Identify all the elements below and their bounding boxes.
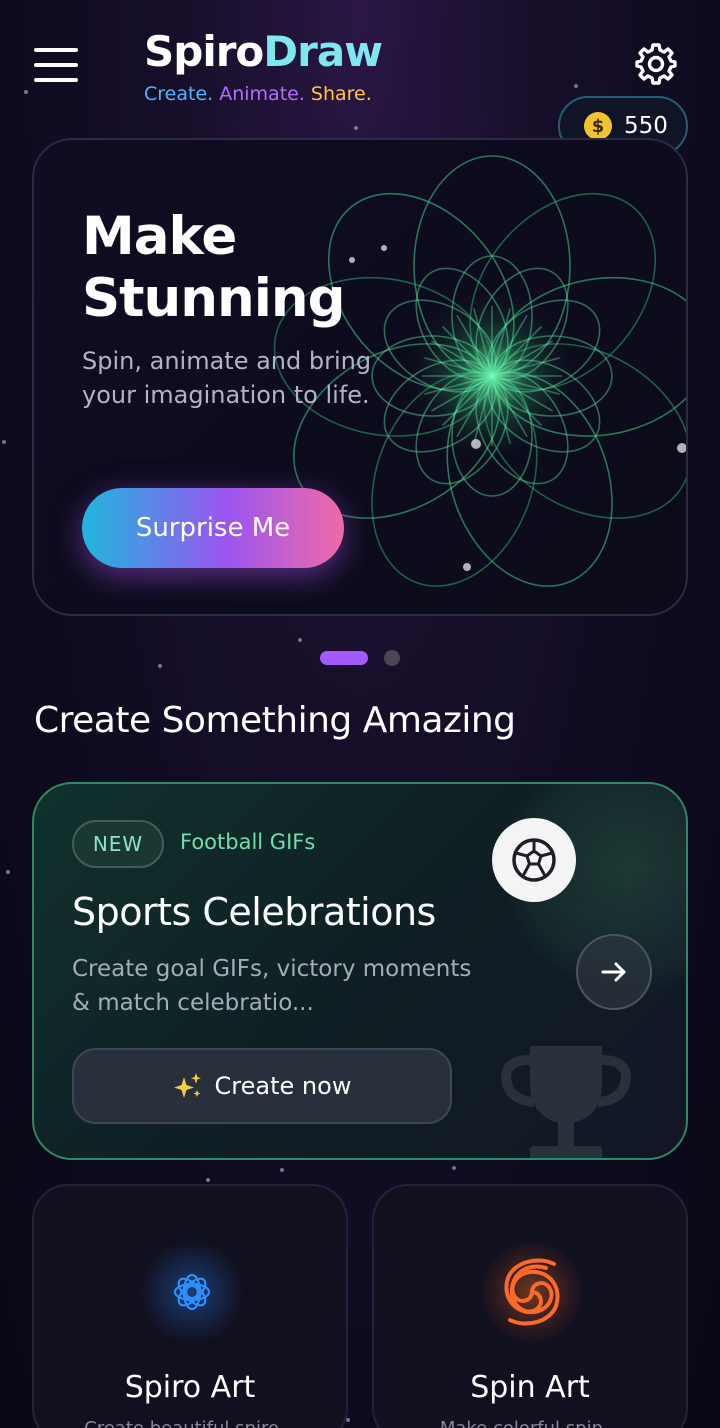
tagline-share: Share.	[310, 83, 372, 105]
create-now-label: Create now	[214, 1072, 352, 1100]
feature-tag: Football GIFs	[180, 830, 316, 854]
logo-text-spiro: Spiro	[144, 27, 264, 76]
spiro-art-card[interactable]: Spiro Art Create beautiful spiro...	[32, 1184, 348, 1428]
spin-art-card[interactable]: Spin Art Make colorful spin...	[372, 1184, 688, 1428]
spiro-flower-icon	[142, 1242, 242, 1342]
carousel-dot-active[interactable]	[320, 651, 368, 665]
tile-description: Create beautiful spiro...	[34, 1418, 346, 1428]
tile-description: Make colorful spin...	[374, 1418, 686, 1428]
app-logo: SpiroDraw Create. Animate. Share.	[144, 27, 383, 106]
surprise-me-button[interactable]: Surprise Me	[82, 488, 344, 568]
feature-title: Sports Celebrations	[72, 890, 436, 934]
tagline-animate: Animate.	[219, 83, 305, 105]
sports-celebrations-card[interactable]: NEW Football GIFs Sports Celebrations Cr…	[32, 782, 688, 1160]
hero-title: Make Stunning	[82, 206, 346, 329]
sparkles-icon	[173, 1073, 201, 1098]
hero-subtitle: Spin, animate and bring your imagination…	[82, 347, 372, 409]
swirl-icon	[482, 1242, 582, 1342]
trophy-icon	[500, 1046, 632, 1158]
create-now-button[interactable]: Create now	[72, 1048, 452, 1124]
tile-title: Spiro Art	[124, 1370, 256, 1405]
new-badge: NEW	[72, 820, 164, 868]
logo-text-draw: Draw	[263, 27, 383, 76]
tagline: Create. Animate. Share.	[144, 82, 382, 106]
carousel-indicator	[320, 650, 400, 666]
coin-icon: $	[584, 112, 612, 140]
tile-title: Spin Art	[470, 1370, 590, 1405]
menu-icon[interactable]	[34, 48, 78, 82]
arrow-right-icon[interactable]	[576, 934, 652, 1010]
feature-description: Create goal GIFs, victory moments & matc…	[72, 956, 472, 1016]
section-title: Create Something Amazing	[34, 700, 516, 741]
soccer-ball-icon	[492, 818, 576, 902]
gear-icon[interactable]	[634, 42, 678, 86]
carousel-dot[interactable]	[384, 650, 400, 666]
tagline-create: Create.	[144, 83, 214, 105]
coin-count: 550	[624, 113, 668, 139]
hero-banner[interactable]: Make Stunning Spin, animate and bring yo…	[32, 138, 688, 616]
